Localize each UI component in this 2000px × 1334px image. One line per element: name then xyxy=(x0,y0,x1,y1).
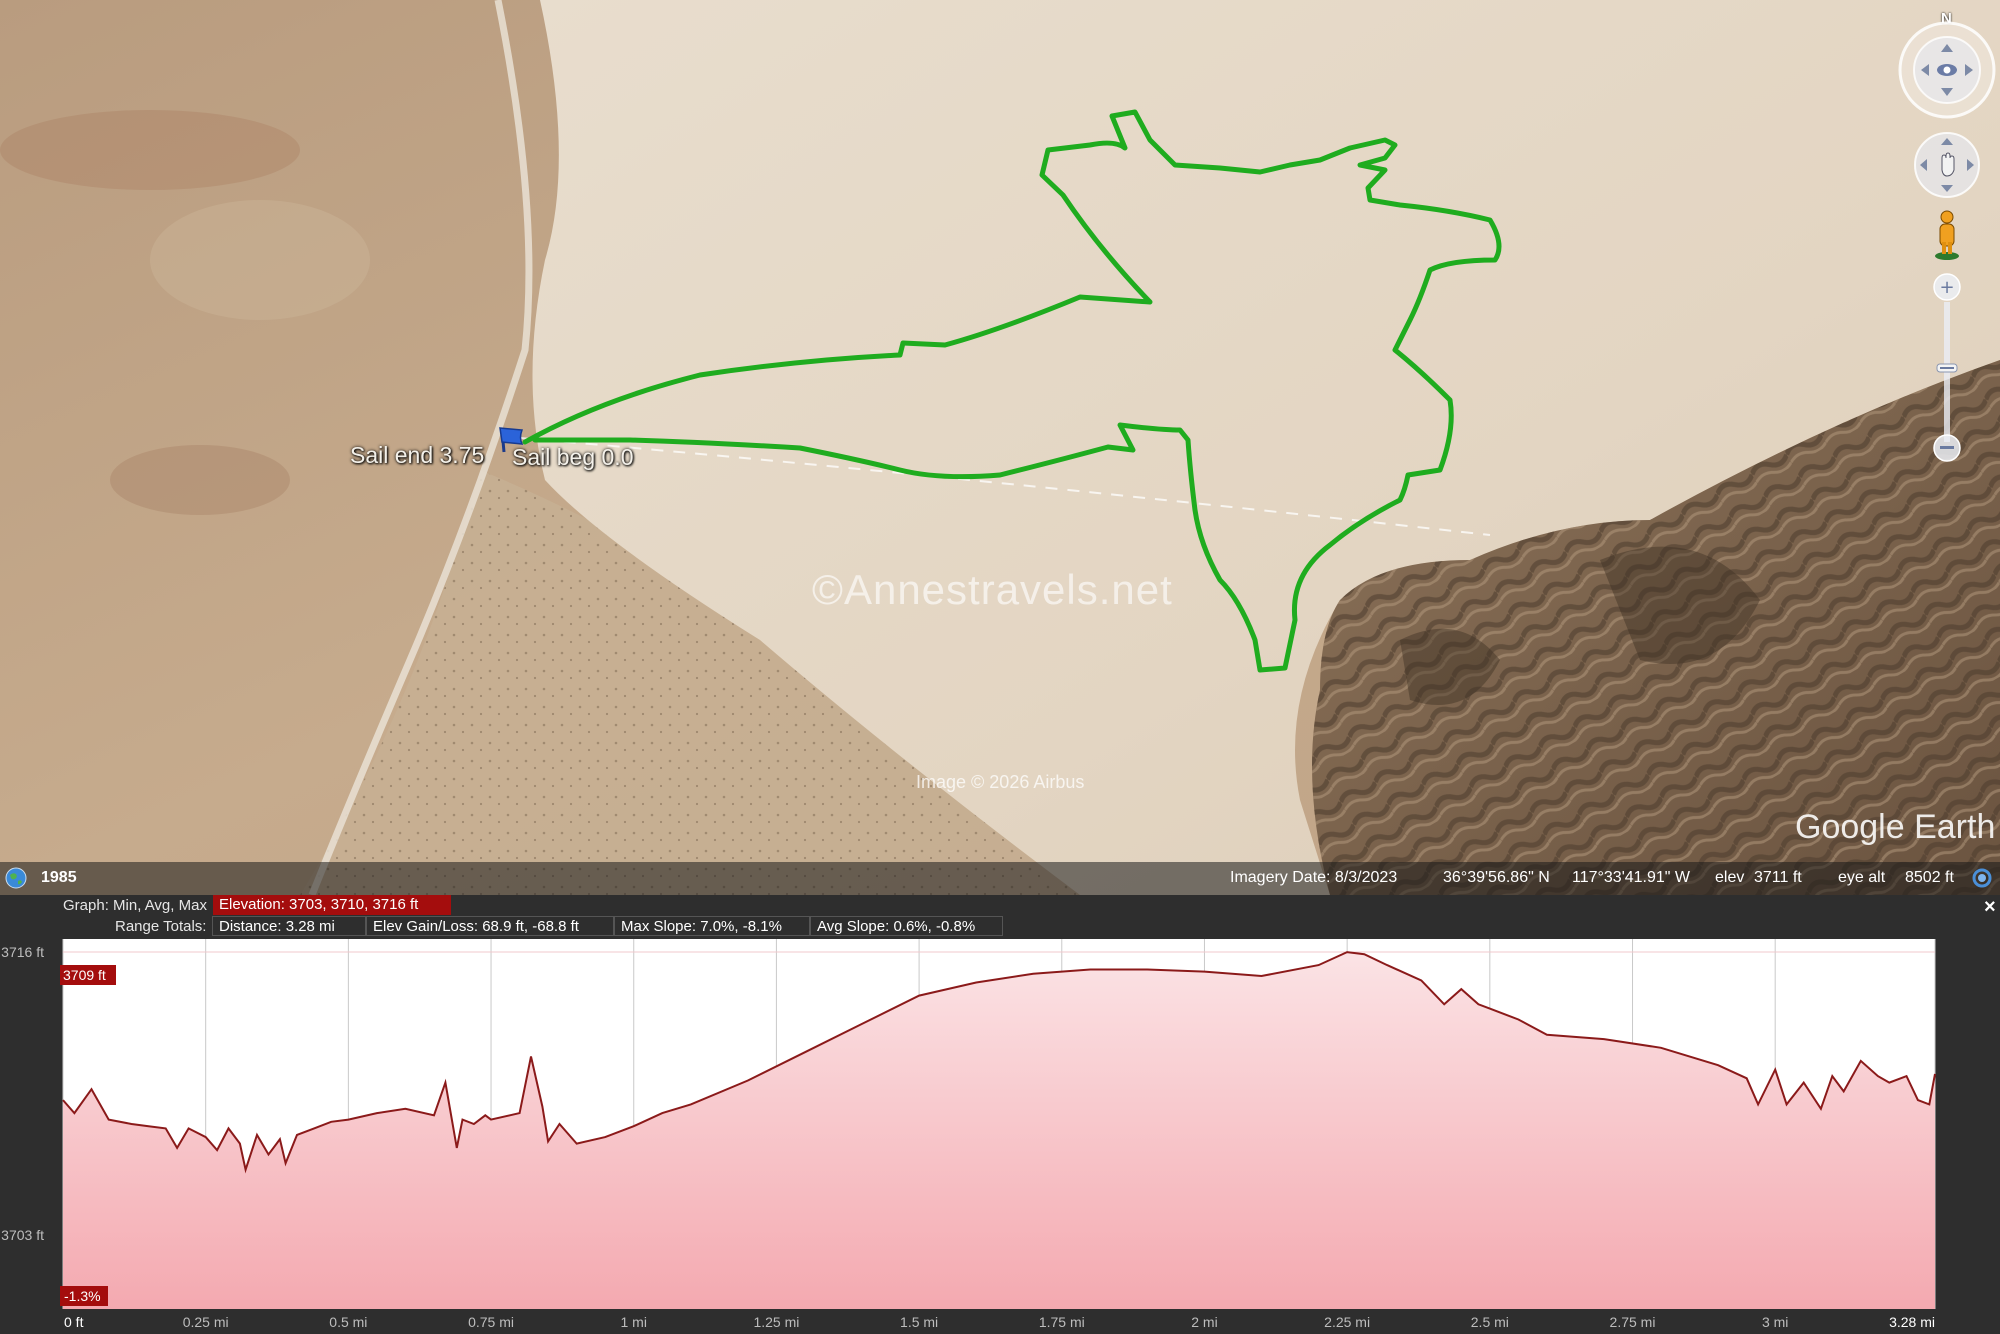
street-view-pegman-icon[interactable] xyxy=(1928,208,1966,262)
x-tick-label: 0.75 mi xyxy=(468,1314,514,1330)
close-icon[interactable]: × xyxy=(1984,896,1996,919)
historical-imagery-year[interactable]: 1985 xyxy=(41,869,77,887)
x-tick-label: 1.5 mi xyxy=(900,1314,938,1330)
avg-slope-stat[interactable]: Avg Slope: 0.6%, -0.8% xyxy=(810,916,1003,936)
elevation-stat-selected[interactable]: Elevation: 3703, 3710, 3716 ft xyxy=(213,895,451,915)
x-tick-label: 0 ft xyxy=(64,1314,84,1330)
pan-control-icon[interactable] xyxy=(1912,130,1982,200)
map-view[interactable]: Sail end 3.75 Sail beg 0.0 ©Annestravels… xyxy=(0,0,2000,895)
x-tick-label: 2.5 mi xyxy=(1471,1314,1509,1330)
cursor-elevation-label: 3709 ft xyxy=(63,967,106,983)
y-tick-label: 3716 ft xyxy=(1,944,44,960)
satellite-imagery[interactable] xyxy=(0,0,2000,895)
latitude-readout: 36°39'56.86" N xyxy=(1443,869,1550,886)
cursor-slope-label: -1.3% xyxy=(64,1288,101,1304)
x-tick-label: 3 mi xyxy=(1762,1314,1788,1330)
watermark: ©Annestravels.net xyxy=(812,566,1173,613)
cursor-slope-badge: -1.3% xyxy=(60,1286,108,1306)
svg-text:+: + xyxy=(1939,277,1954,298)
elev-gain-loss-stat[interactable]: Elev Gain/Loss: 68.9 ft, -68.8 ft xyxy=(366,916,614,936)
x-tick-label: 0.25 mi xyxy=(183,1314,229,1330)
distance-stat[interactable]: Distance: 3.28 mi xyxy=(212,916,366,936)
imagery-date: Imagery Date: 8/3/2023 xyxy=(1230,869,1398,886)
longitude-readout: 117°33'41.91" W xyxy=(1572,869,1691,886)
marker-label-end[interactable]: Sail end 3.75 xyxy=(350,442,484,469)
x-tick-label: 0.5 mi xyxy=(329,1314,367,1330)
x-tick-label: 1.75 mi xyxy=(1039,1314,1085,1330)
globe-icon[interactable] xyxy=(4,866,28,890)
google-earth-logo: Google Earth xyxy=(1795,808,1996,846)
y-tick-label: 3703 ft xyxy=(1,1227,44,1243)
x-tick-label: 2.25 mi xyxy=(1324,1314,1370,1330)
x-tick-label: 2 mi xyxy=(1191,1314,1217,1330)
compass-look-control-icon[interactable] xyxy=(1897,20,1997,120)
zoom-slider[interactable]: + xyxy=(1930,270,1964,466)
eye-alt-label: eye alt xyxy=(1838,869,1886,886)
elev-label: elev xyxy=(1715,869,1745,886)
image-credit: Image © 2026 Airbus xyxy=(916,772,1085,792)
x-tick-label: 2.75 mi xyxy=(1610,1314,1656,1330)
x-tick-label: 3.28 mi xyxy=(1889,1314,1935,1330)
marker-label-beg[interactable]: Sail beg 0.0 xyxy=(512,444,633,471)
x-tick-label: 1 mi xyxy=(621,1314,647,1330)
range-totals-label: Range Totals: xyxy=(115,918,207,935)
eye-alt-readout: 8502 ft xyxy=(1905,869,1954,886)
elev-readout: 3711 ft xyxy=(1754,869,1802,886)
max-slope-stat[interactable]: Max Slope: 7.0%, -8.1% xyxy=(614,916,810,936)
elevation-profile-chart[interactable]: 3716 ft 3703 ft 0 ft 0.25 mi 0.5 mi 0.75 mi 1… xyxy=(0,935,2000,1334)
status-bar xyxy=(0,862,2000,895)
graph-label: Graph: Min, Avg, Max xyxy=(63,897,207,914)
streaming-status-icon xyxy=(1972,868,1992,888)
x-tick-label: 1.25 mi xyxy=(753,1314,799,1330)
cursor-elevation-badge: 3709 ft xyxy=(60,965,116,985)
